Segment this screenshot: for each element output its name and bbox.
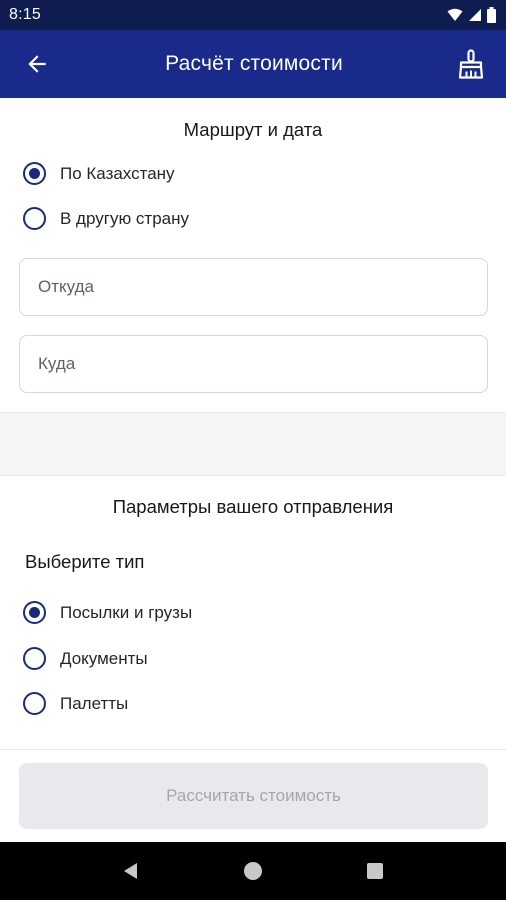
status-bar: 8:15 [0, 0, 506, 30]
broom-icon [458, 49, 484, 79]
page-title: Расчёт стоимости [165, 52, 343, 75]
radio-within-kazakhstan[interactable]: По Казахстану [23, 162, 175, 185]
radio-button-checked[interactable] [23, 601, 46, 624]
radio-documents[interactable]: Документы [23, 647, 148, 670]
radio-pallets[interactable]: Палетты [23, 692, 128, 715]
square-recents-icon [367, 863, 383, 879]
route-section-title: Маршрут и дата [183, 119, 323, 140]
arrow-left-icon [28, 55, 46, 73]
section-divider [0, 412, 506, 476]
radio-label: В другую страну [60, 208, 190, 228]
signal-icon [469, 9, 481, 21]
status-time: 8:15 [9, 6, 41, 23]
shipment-section-title: Параметры вашего отправления [112, 496, 394, 517]
type-heading: Выберите тип [25, 551, 145, 572]
back-button[interactable] [20, 47, 54, 81]
nav-back-button[interactable] [111, 851, 151, 891]
radio-button[interactable] [23, 647, 46, 670]
triangle-back-icon [124, 863, 137, 879]
system-nav-bar [0, 842, 506, 900]
to-field[interactable] [19, 335, 488, 393]
app-bar: Расчёт стоимости [0, 30, 506, 98]
from-field[interactable] [19, 258, 488, 316]
radio-label: Посылки и грузы [60, 602, 193, 622]
calculate-button[interactable]: Рассчитать стоимость [19, 763, 488, 829]
circle-home-icon [244, 862, 262, 880]
wifi-icon [447, 8, 463, 21]
nav-home-button[interactable] [233, 851, 273, 891]
radio-button[interactable] [23, 692, 46, 715]
divider [0, 749, 506, 750]
radio-button-checked[interactable] [23, 162, 46, 185]
radio-label: Палетты [60, 693, 129, 713]
battery-icon [487, 7, 496, 23]
nav-recents-button[interactable] [355, 851, 395, 891]
radio-other-country[interactable]: В другую страну [23, 207, 189, 230]
radio-label: По Казахстану [60, 163, 175, 183]
radio-label: Документы [60, 648, 148, 668]
radio-button[interactable] [23, 207, 46, 230]
clear-form-button[interactable] [454, 47, 488, 81]
radio-parcels[interactable]: Посылки и грузы [23, 601, 192, 624]
status-icons [447, 7, 496, 23]
